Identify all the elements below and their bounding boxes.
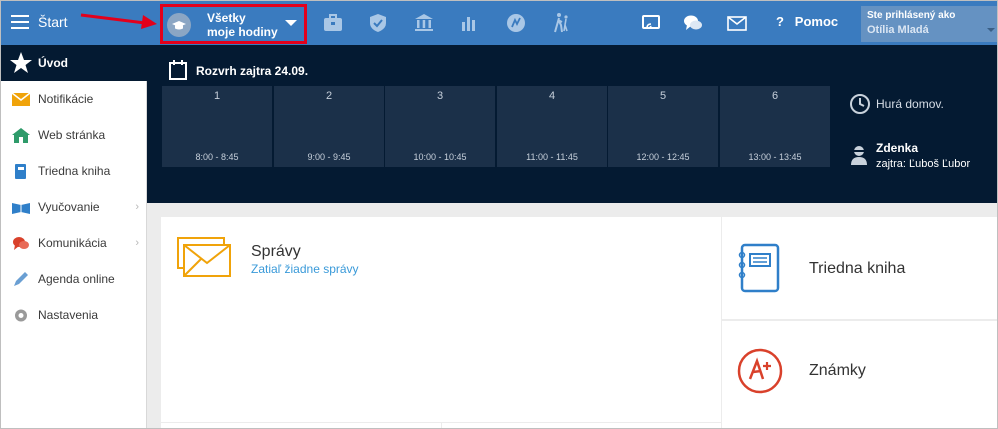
user-label: Ste prihlásený ako <box>867 10 956 21</box>
caret-down-icon <box>285 20 297 26</box>
messages-card[interactable] <box>161 217 721 422</box>
home-message: Hurá domov. <box>876 97 944 111</box>
schedule-title: Rozvrh zajtra 24.09. <box>196 64 309 78</box>
red-arrow-annotation <box>80 13 157 29</box>
class-selector-line1: Všetky <box>207 11 246 25</box>
dashboard-card[interactable] <box>161 423 441 428</box>
lesson-slot[interactable]: 6 13:00 - 13:45 <box>720 86 830 167</box>
walking-icon[interactable] <box>550 11 574 35</box>
messages-title[interactable]: Správy <box>251 243 301 261</box>
shield-icon[interactable] <box>366 11 390 35</box>
sidebar-item-nastavenia[interactable]: Nastavenia <box>1 297 147 333</box>
lesson-slot[interactable]: 3 10:00 - 10:45 <box>385 86 495 167</box>
sidebar-item-label: Agenda online <box>38 272 115 286</box>
speech-icon <box>13 237 29 250</box>
book-icon <box>15 164 26 179</box>
user-name: Otília Mladá <box>867 24 929 36</box>
cast-icon[interactable] <box>639 11 663 35</box>
sidebar-item-label: Nastavenia <box>38 308 99 322</box>
user-account-dropdown[interactable]: Ste prihlásený ako Otília Mladá <box>861 6 997 42</box>
lesson-slot[interactable]: 4 11:00 - 11:45 <box>497 86 607 167</box>
star-icon <box>10 52 32 73</box>
grades-label[interactable]: Známky <box>809 362 866 380</box>
chevron-right-icon: › <box>135 237 139 249</box>
lesson-slot[interactable]: 2 9:00 - 9:45 <box>274 86 384 167</box>
caret-down-icon <box>987 28 995 32</box>
sidebar-item-label: Komunikácia <box>38 236 107 250</box>
graduation-cap-icon <box>167 13 191 37</box>
lesson-number: 5 <box>659 90 667 102</box>
sidebar-item-uvod[interactable]: Úvod <box>1 45 147 81</box>
house-icon <box>12 128 30 143</box>
sidebar-item-notifikacie[interactable]: Notifikácie <box>1 81 147 117</box>
menu-icon[interactable] <box>11 15 29 29</box>
open-book-icon <box>12 203 30 214</box>
sidebar-item-label: Web stránka <box>38 128 106 142</box>
briefcase-icon[interactable] <box>321 11 345 35</box>
help-button[interactable]: ? Pomoc <box>776 14 838 29</box>
bar-chart-icon[interactable] <box>457 11 481 35</box>
envelope-icon <box>12 92 30 106</box>
sidebar-item-label: Úvod <box>38 56 68 70</box>
lesson-time: 12:00 - 12:45 <box>636 152 690 162</box>
sidebar-item-web-stranka[interactable]: Web stránka <box>1 117 147 153</box>
sidebar-item-vyucovanie[interactable]: Vyučovanie › <box>1 189 147 225</box>
lesson-slot[interactable]: 1 8:00 - 8:45 <box>162 86 272 167</box>
lesson-time: 13:00 - 13:45 <box>748 152 802 162</box>
lesson-number: 6 <box>771 90 779 102</box>
sidebar-item-agenda-online[interactable]: Agenda online <box>1 261 147 297</box>
calendar-icon <box>169 60 187 80</box>
class-selector-dropdown[interactable]: Všetky moje hodiny <box>160 4 307 44</box>
class-selector-label: Všetky moje hodiny <box>207 11 278 39</box>
envelope-stack-icon <box>177 237 231 277</box>
lesson-time: 8:00 - 8:45 <box>195 152 239 162</box>
sidebar-item-komunikacia[interactable]: Komunikácia › <box>1 225 147 261</box>
lesson-time: 9:00 - 9:45 <box>307 152 351 162</box>
help-label: Pomoc <box>794 14 839 29</box>
dashboard-card[interactable] <box>442 423 721 428</box>
pen-icon <box>14 272 28 286</box>
lesson-slot[interactable]: 5 12:00 - 12:45 <box>608 86 718 167</box>
chat-icon[interactable] <box>681 11 705 35</box>
question-icon: ? <box>776 14 784 29</box>
lesson-time: 10:00 - 10:45 <box>413 152 467 162</box>
top-bar: Štart Všetky moje hodiny ? Pomoc Ste pri… <box>1 1 997 45</box>
sidebar-item-label: Vyučovanie <box>38 200 100 214</box>
sidebar: Úvod Notifikácie Web stránka Triedna kni… <box>1 45 147 428</box>
chevron-right-icon: › <box>135 201 139 213</box>
lesson-number: 1 <box>213 90 221 102</box>
lesson-number: 3 <box>436 90 444 102</box>
messages-empty-link[interactable]: Zatiaľ žiadne správy <box>251 262 359 276</box>
sidebar-item-label: Notifikácie <box>38 92 94 106</box>
mail-icon[interactable] <box>725 11 749 35</box>
start-link[interactable]: Štart <box>38 14 68 30</box>
classbook-label[interactable]: Triedna kniha <box>809 260 905 278</box>
teacher-name: Zdenka <box>876 141 919 155</box>
lesson-time: 11:00 - 11:45 <box>526 152 578 162</box>
class-selector-line2: moje hodiny <box>207 25 278 39</box>
compass-icon[interactable] <box>504 11 528 35</box>
clock-icon <box>850 94 870 114</box>
bank-icon[interactable] <box>412 11 436 35</box>
teacher-avatar-icon <box>851 146 867 165</box>
app-window: Štart Všetky moje hodiny ? Pomoc Ste pri… <box>0 0 998 429</box>
sidebar-item-triedna-kniha[interactable]: Triedna kniha <box>1 153 147 189</box>
sidebar-item-label: Triedna kniha <box>38 164 111 178</box>
notebook-icon <box>738 243 780 293</box>
gear-icon <box>15 309 27 322</box>
lesson-number: 2 <box>325 90 333 102</box>
lesson-number: 4 <box>548 90 556 102</box>
teacher-substitute: zajtra: Ľuboš Ľubor <box>876 158 971 170</box>
grade-a-plus-icon <box>737 348 783 394</box>
